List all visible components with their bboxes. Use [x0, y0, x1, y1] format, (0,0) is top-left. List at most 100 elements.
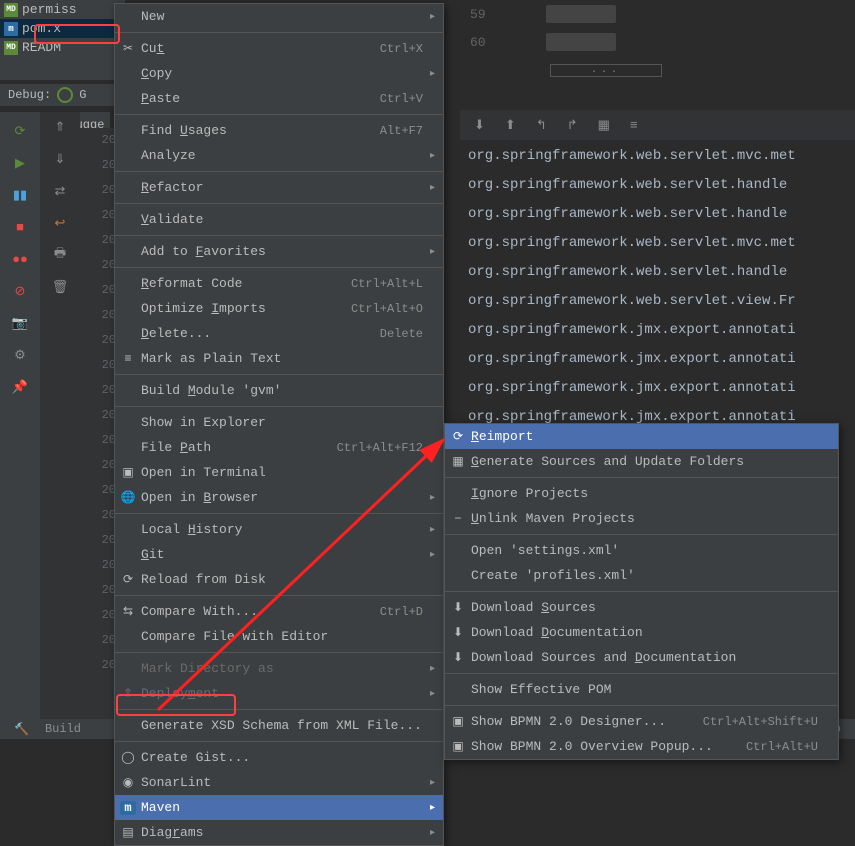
context-menu-item-mark-directory-as: Mark Directory as▸ [115, 656, 443, 681]
context-menu-item-reload-from-disk[interactable]: ⟳Reload from Disk [115, 567, 443, 592]
context-menu-item-analyze[interactable]: Analyze▸ [115, 143, 443, 168]
context-menu-item-open-in-terminal[interactable]: ▣Open in Terminal [115, 460, 443, 485]
pause-icon[interactable]: ▮▮ [11, 186, 29, 204]
context-menu-item-reformat-code[interactable]: Reformat CodeCtrl+Alt+L [115, 271, 443, 296]
menu-item-shortcut: Ctrl+V [380, 92, 423, 106]
context-menu-item-open-in-browser[interactable]: 🌐Open in Browser▸ [115, 485, 443, 510]
maven-submenu-item-show-bpmn-2-0-overview-popup[interactable]: ▣Show BPMN 2.0 Overview Popup...Ctrl+Alt… [445, 734, 838, 759]
step-out-icon[interactable]: ↰ [536, 118, 547, 133]
context-menu-item-sonarlint[interactable]: ◉SonarLint▸ [115, 770, 443, 795]
context-menu-item-maven[interactable]: mMaven▸ [115, 795, 443, 820]
menu-item-label: SonarLint [141, 775, 423, 790]
menu-item-shortcut: Delete [380, 327, 423, 341]
menu-item-label: Reload from Disk [141, 572, 423, 587]
up-icon[interactable]: ⇑ [51, 118, 69, 136]
rerun-icon[interactable]: ⟳ [11, 122, 29, 140]
down-arrow-icon[interactable]: ⬇ [474, 118, 485, 133]
menu-item-label: Show Effective POM [471, 682, 818, 697]
context-menu-item-add-to-favorites[interactable]: Add to Favorites▸ [115, 239, 443, 264]
menu-item-label: Add to Favorites [141, 244, 423, 259]
submenu-arrow-icon: ▸ [430, 492, 435, 504]
maven-submenu-item-create-profiles-xml[interactable]: Create 'profiles.xml' [445, 563, 838, 588]
down-icon[interactable]: ⇓ [51, 150, 69, 168]
context-menu-item-refactor[interactable]: Refactor▸ [115, 175, 443, 200]
menu-item-label: Generate Sources and Update Folders [471, 454, 818, 469]
submenu-arrow-icon: ▸ [430, 777, 435, 789]
context-menu-item-local-history[interactable]: Local History▸ [115, 517, 443, 542]
tree-item-pom[interactable]: m pom.x [0, 19, 125, 38]
context-menu-item-file-path[interactable]: File PathCtrl+Alt+F12 [115, 435, 443, 460]
menu-item-label: Create Gist... [141, 750, 423, 765]
tree-item-readme[interactable]: MD READM [0, 38, 125, 57]
menu-item-label: Diagrams [141, 825, 423, 840]
context-menu-item-diagrams[interactable]: ▤Diagrams▸ [115, 820, 443, 845]
context-menu-item-mark-as-plain-text[interactable]: ≡Mark as Plain Text [115, 346, 443, 371]
mute-bp-icon[interactable]: ⊘ [11, 282, 29, 300]
maven-submenu-item-download-sources-and-documentation[interactable]: ⬇Download Sources and Documentation [445, 645, 838, 670]
context-menu-item-paste[interactable]: PasteCtrl+V [115, 86, 443, 111]
maven-submenu-item-show-effective-pom[interactable]: Show Effective POM [445, 677, 838, 702]
context-menu-item-compare-with[interactable]: ⇆Compare With...Ctrl+D [115, 599, 443, 624]
maven-submenu-item-download-documentation[interactable]: ⬇Download Documentation [445, 620, 838, 645]
filter-icon[interactable]: ⇄ [51, 182, 69, 200]
menu-icon: ⬇ [450, 625, 466, 640]
debug-short: G [79, 88, 86, 102]
pin-icon[interactable]: 📌 [11, 378, 29, 396]
menu-separator [445, 673, 838, 674]
maven-submenu-item-show-bpmn-2-0-designer[interactable]: ▣Show BPMN 2.0 Designer...Ctrl+Alt+Shift… [445, 709, 838, 734]
restart-icon[interactable] [57, 87, 73, 103]
menu-item-shortcut: Ctrl+Alt+U [746, 740, 818, 754]
context-menu-item-copy[interactable]: Copy▸ [115, 61, 443, 86]
menu-item-shortcut: Ctrl+Alt+Shift+U [703, 715, 818, 729]
breakpoint-icon[interactable]: ●● [11, 250, 29, 268]
maven-submenu-item-generate-sources-and-update-folders[interactable]: ▦Generate Sources and Update Folders [445, 449, 838, 474]
wrap-icon[interactable]: ↩ [51, 214, 69, 232]
maven-submenu: ⟳Reimport▦Generate Sources and Update Fo… [444, 423, 839, 760]
camera-icon[interactable]: 📷 [11, 314, 29, 332]
second-gutter: ⇑ ⇓ ⇄ ↩ 🖶 🗑 [40, 112, 80, 719]
bottom-build[interactable]: Build [45, 722, 81, 736]
maven-submenu-item-reimport[interactable]: ⟳Reimport [445, 424, 838, 449]
context-menu-item-show-in-explorer[interactable]: Show in Explorer [115, 410, 443, 435]
context-menu-item-build-module-gvm[interactable]: Build Module 'gvm' [115, 378, 443, 403]
context-menu-item-git[interactable]: Git▸ [115, 542, 443, 567]
maven-submenu-item-download-sources[interactable]: ⬇Download Sources [445, 595, 838, 620]
context-menu-item-find-usages[interactable]: Find UsagesAlt+F7 [115, 118, 443, 143]
menu-item-label: Copy [141, 66, 423, 81]
menu-separator [115, 171, 443, 172]
step-icon[interactable]: ↱ [567, 118, 578, 133]
context-menu-item-validate[interactable]: Validate [115, 207, 443, 232]
settings-icon[interactable]: ≡ [630, 118, 638, 133]
context-menu-item-new[interactable]: New▸ [115, 4, 443, 29]
context-menu-item-generate-xsd-schema-from-xml-file[interactable]: Generate XSD Schema from XML File... [115, 713, 443, 738]
menu-item-label: Show BPMN 2.0 Overview Popup... [471, 739, 746, 754]
menu-item-label: Maven [141, 800, 423, 815]
maven-submenu-item-open-settings-xml[interactable]: Open 'settings.xml' [445, 538, 838, 563]
gear-icon[interactable]: ⚙ [11, 346, 29, 364]
menu-item-label: Compare With... [141, 604, 380, 619]
tree-item-permissions[interactable]: MD permiss [0, 0, 125, 19]
menu-separator [445, 705, 838, 706]
context-menu-item-delete[interactable]: Delete...Delete [115, 321, 443, 346]
menu-icon: ✂ [120, 41, 136, 56]
up-arrow-icon[interactable]: ⬆ [505, 118, 516, 133]
stop-icon[interactable]: ■ [11, 218, 29, 236]
menu-item-label: Find Usages [141, 123, 380, 138]
context-menu-item-cut[interactable]: ✂CutCtrl+X [115, 36, 443, 61]
trash-icon[interactable]: 🗑 [51, 278, 69, 296]
context-menu-item-create-gist[interactable]: ◯Create Gist... [115, 745, 443, 770]
menu-item-label: Deployment [141, 686, 423, 701]
maven-submenu-item-unlink-maven-projects[interactable]: −Unlink Maven Projects [445, 506, 838, 531]
resume-icon[interactable]: ▶ [11, 154, 29, 172]
context-menu-item-compare-file-with-editor[interactable]: Compare File with Editor [115, 624, 443, 649]
project-tree: MD permiss m pom.x MD READM [0, 0, 125, 80]
maven-submenu-item-ignore-projects[interactable]: Ignore Projects [445, 481, 838, 506]
context-menu-item-optimize-imports[interactable]: Optimize ImportsCtrl+Alt+O [115, 296, 443, 321]
console-line: org.springframework.jmx.export.annotati [468, 374, 855, 403]
print-icon[interactable]: 🖶 [51, 246, 69, 264]
hammer-icon[interactable]: 🔨 [14, 722, 29, 737]
editor-top: 59 60 ... [460, 0, 855, 74]
calc-icon[interactable]: ▦ [598, 118, 610, 133]
menu-item-label: Generate XSD Schema from XML File... [141, 718, 423, 733]
menu-item-label: Download Sources and Documentation [471, 650, 818, 665]
